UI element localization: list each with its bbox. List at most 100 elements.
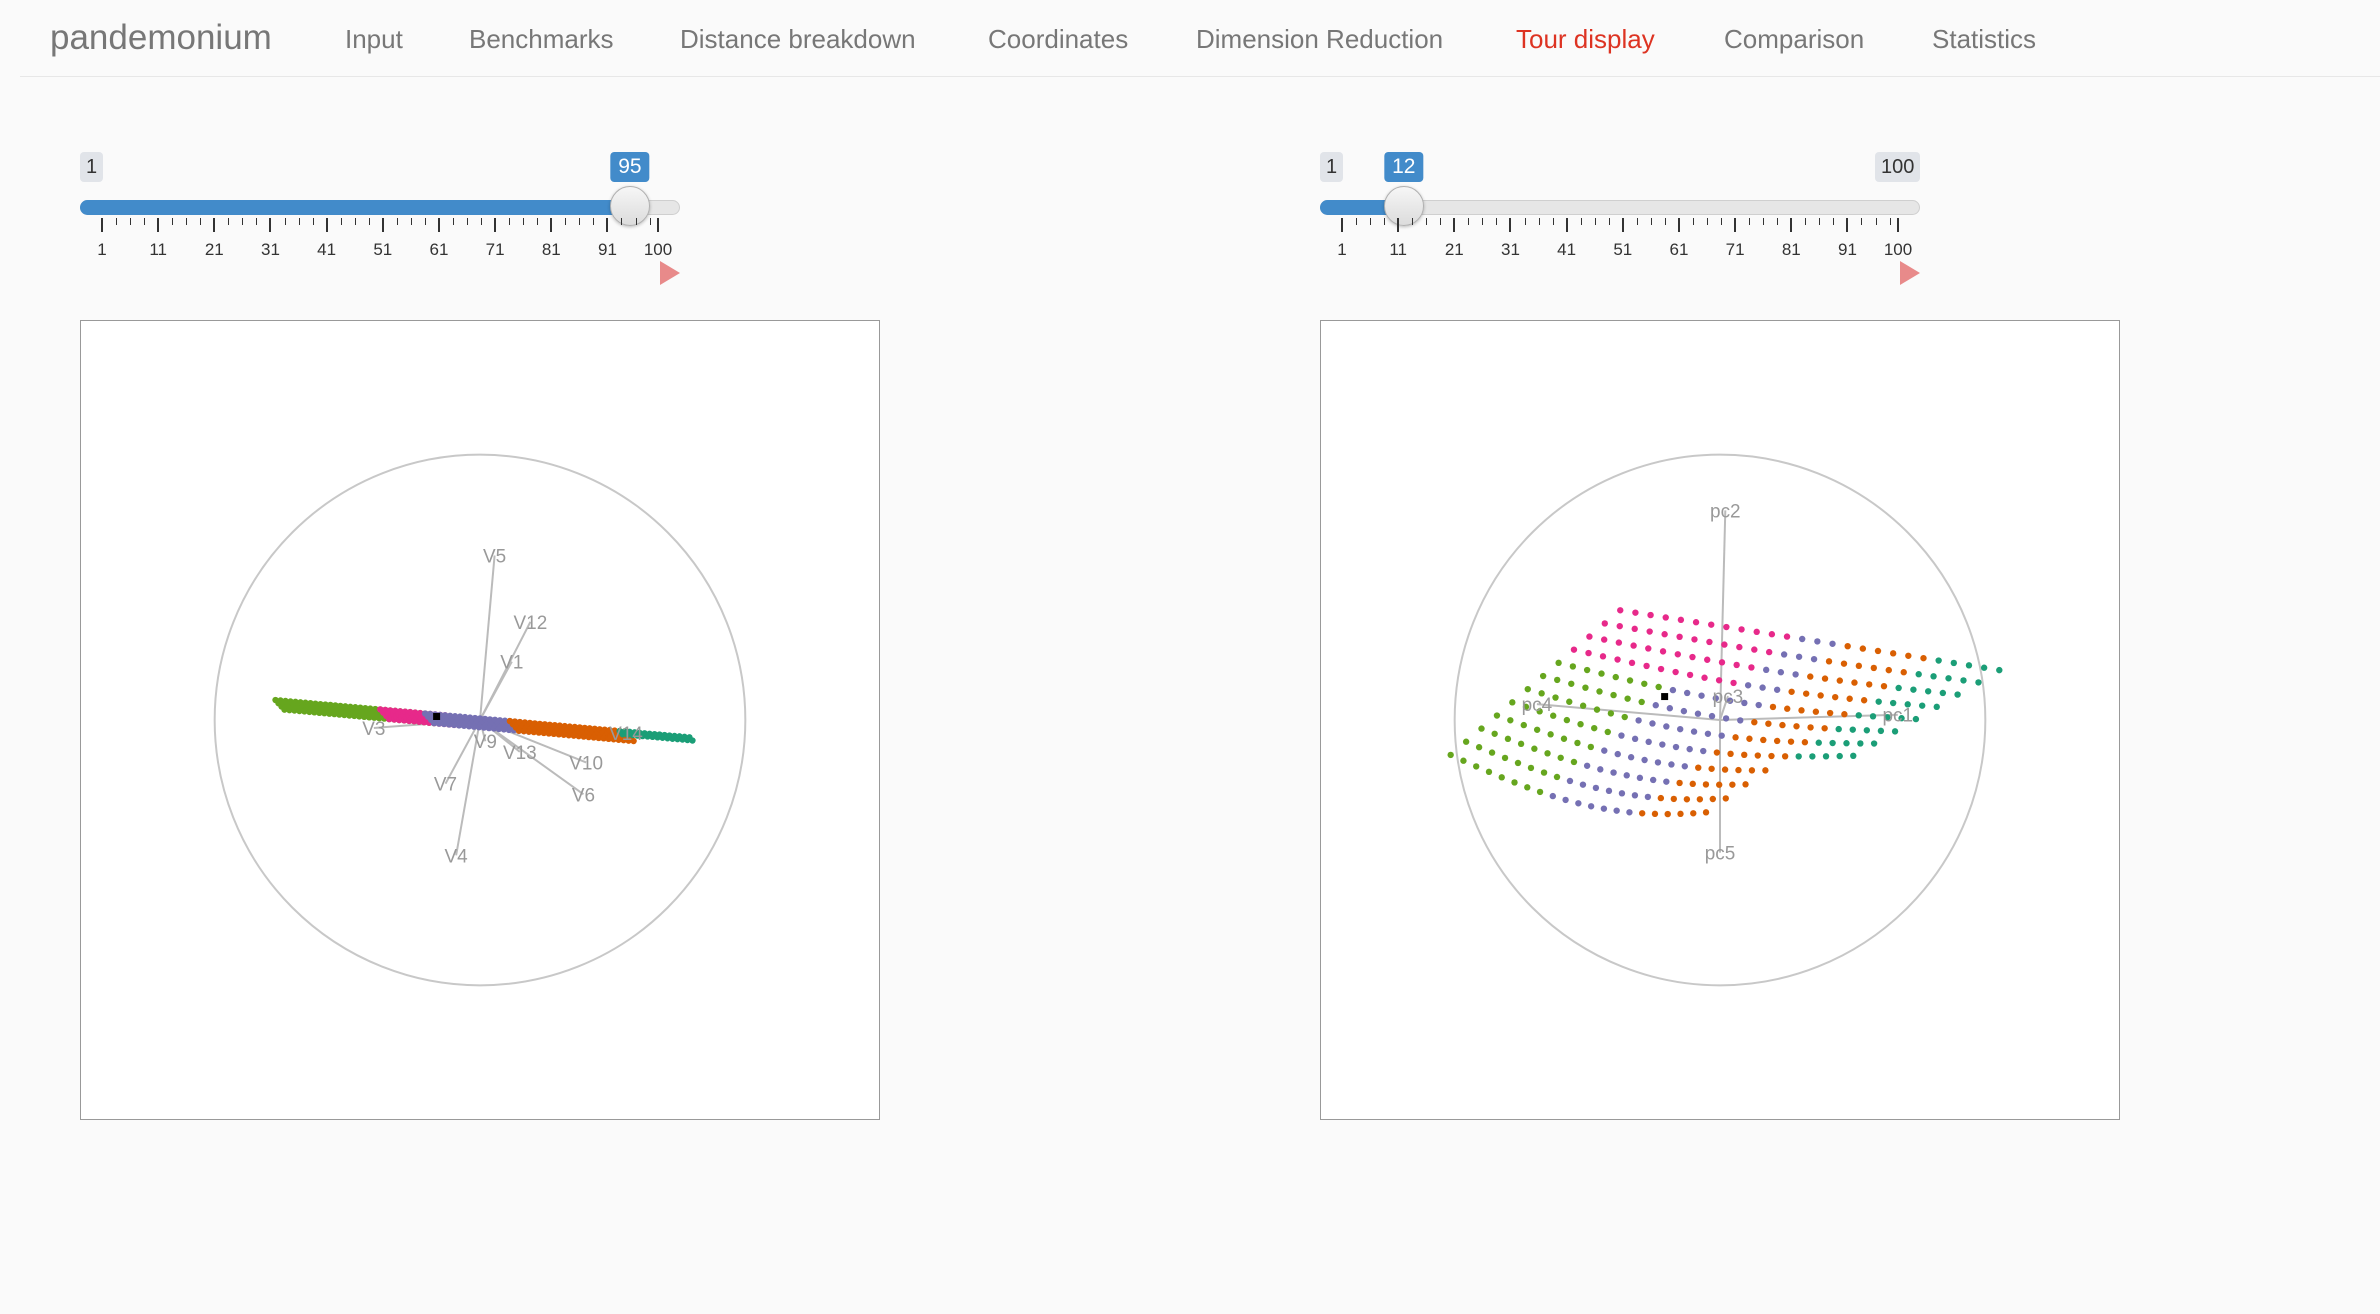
data-point [1566,698,1573,705]
data-point [1686,745,1693,753]
data-point [1849,726,1856,733]
slider-tick-label: 91 [1837,240,1857,259]
data-point [1598,670,1605,677]
slider-min-label: 1 [80,152,104,182]
slider-min-label: 1 [1320,152,1344,182]
slider-minor-tick [172,218,174,225]
data-point [1793,723,1800,730]
axis-label: V1 [500,653,523,674]
tab-distance-breakdown[interactable]: Distance breakdown [680,23,916,55]
data-point [1677,725,1684,733]
data-point [1569,663,1577,670]
data-point [1843,740,1850,747]
slider-handle[interactable] [609,186,650,226]
tab-dimension-reduction[interactable]: Dimension Reduction [1196,23,1443,55]
data-point [1524,784,1531,791]
data-point [1689,653,1696,661]
tab-comparison[interactable]: Comparison [1724,23,1864,55]
slider-tick [101,218,103,232]
slider-value-label: 12 [1384,152,1424,182]
slider-minor-tick [537,218,539,225]
axis-label: pc4 [1522,695,1553,716]
data-point [1869,713,1877,720]
slider-minor-tick [1412,218,1414,225]
data-point [1741,751,1748,759]
slider-tick [1341,218,1343,232]
data-point [1583,666,1591,674]
slider-minor-tick [298,218,300,225]
data-point [1695,764,1702,771]
data-point [1851,679,1858,686]
data-point [1829,739,1836,747]
data-point [1614,656,1621,663]
slider-minor-tick [228,218,230,225]
data-point [1583,762,1591,769]
data-point [1826,709,1834,717]
data-point [1582,684,1589,691]
data-point [1708,765,1715,772]
data-point [1751,646,1758,653]
data-point [1891,728,1899,735]
data-point [1654,759,1662,766]
play-icon[interactable] [660,261,680,285]
slider-minor-tick [424,218,426,225]
data-point [1666,705,1674,712]
tab-statistics[interactable]: Statistics [1932,23,2036,55]
slider-minor-tick [621,218,623,225]
data-point [1924,688,1932,695]
data-point [1765,720,1772,727]
data-point [1547,731,1554,738]
slider-tick [381,218,384,232]
data-point [1638,698,1645,706]
axis-label: pc3 [1713,687,1744,708]
data-point [1736,643,1743,651]
data-point [1644,793,1652,801]
data-point [1616,622,1623,630]
slider-handle[interactable] [1383,186,1424,226]
tab-tour-display[interactable]: Tour display [1516,23,1655,55]
data-point [1836,677,1843,684]
data-point [1681,763,1688,770]
data-point [1511,779,1518,786]
data-point [1809,753,1816,760]
slider-minor-tick [1356,218,1358,225]
tab-coordinates[interactable]: Coordinates [988,23,1128,55]
tab-benchmarks[interactable]: Benchmarks [469,23,614,55]
data-point [1762,666,1770,674]
tour-center-marker [1661,693,1669,701]
data-point [1815,739,1822,746]
data-point [1636,774,1644,782]
data-point [1737,717,1744,724]
data-point [1799,635,1806,643]
data-point [1555,659,1562,667]
axis-label: V9 [474,732,497,753]
data-point [1846,695,1853,702]
data-point [1722,715,1730,722]
data-point [1607,710,1615,717]
data-point [1563,716,1571,724]
data-point [1649,776,1657,784]
data-point [1759,684,1766,691]
frame-slider-right[interactable]: 1 100 12 1 11 21 31 41 51 61 71 81 91 100 [1310,150,1930,290]
tab-input[interactable]: Input [345,23,403,55]
data-point [1713,749,1721,756]
frame-slider-left[interactable]: 1 95 1 11 21 31 41 51 61 71 81 91 100 [70,150,690,290]
slider-tick-label: 1 [97,240,107,259]
data-point [1677,616,1685,624]
data-point [1859,645,1867,652]
slider-minor-tick [1664,218,1666,225]
slider-tick [657,218,659,232]
axis-label: pc2 [1710,501,1741,522]
data-point [1722,795,1729,802]
brand-title[interactable]: pandemonium [50,17,272,59]
play-icon[interactable] [1900,261,1920,285]
slider-minor-tick [1777,218,1779,225]
axis-label: V4 [445,846,468,867]
data-point [1570,646,1578,653]
data-point [1696,796,1704,803]
data-point [1900,669,1907,676]
data-point [1692,619,1700,626]
data-point [1850,752,1857,760]
data-point [1645,645,1652,652]
slider-minor-tick [1608,218,1610,225]
